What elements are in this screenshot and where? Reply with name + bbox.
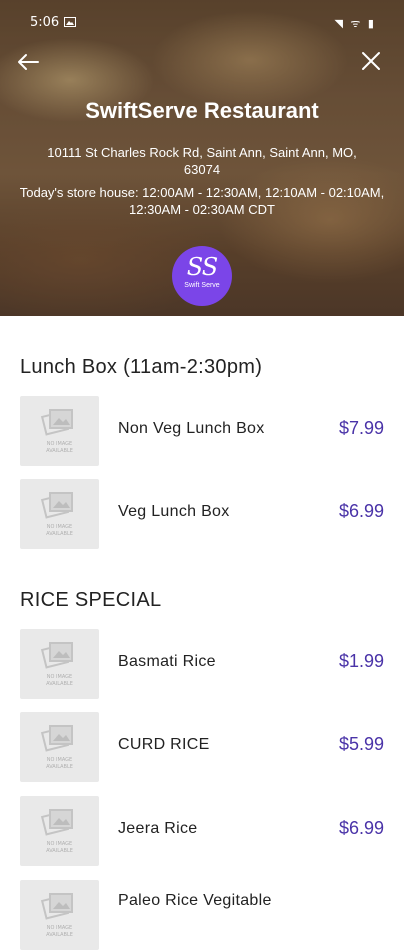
restaurant-header: 5:06 ◥ ᯤ ▮ SwiftServe Restaurant 10111 S… bbox=[0, 0, 404, 316]
no-image-text-2: AVAILABLE bbox=[46, 848, 73, 854]
logo-text: Swift Serve bbox=[184, 282, 220, 289]
item-name: Non Veg Lunch Box bbox=[118, 420, 265, 437]
no-image-placeholder: NO IMAGE AVAILABLE bbox=[20, 796, 99, 866]
status-time: 5:06 bbox=[30, 15, 60, 30]
section-title-rice-special: RICE SPECIAL bbox=[20, 589, 162, 611]
item-price: $7.99 bbox=[338, 418, 384, 438]
no-image-icon: NO IMAGE AVAILABLE bbox=[40, 809, 73, 854]
no-image-text-2: AVAILABLE bbox=[46, 681, 73, 687]
menu-item[interactable]: NO IMAGE AVAILABLE Basmati Rice $1.99 bbox=[0, 629, 404, 701]
no-image-icon: NO IMAGE AVAILABLE bbox=[40, 893, 73, 938]
no-image-text-2: AVAILABLE bbox=[46, 531, 73, 537]
no-image-text-1: NO IMAGE bbox=[47, 757, 72, 763]
no-image-icon: NO IMAGE AVAILABLE bbox=[40, 409, 73, 454]
item-price: $5.99 bbox=[338, 734, 384, 754]
logo-monogram: SS bbox=[186, 253, 218, 281]
item-name: Basmati Rice bbox=[118, 653, 216, 670]
section-title-lunch-box: Lunch Box (11am-2:30pm) bbox=[20, 356, 263, 378]
store-hours: Today's store house: 12:00AM - 12:30AM, … bbox=[19, 185, 385, 217]
no-image-text-1: NO IMAGE bbox=[47, 524, 72, 530]
item-price: $6.99 bbox=[338, 818, 384, 838]
menu-item[interactable]: NO IMAGE AVAILABLE Paleo Rice Vegitable bbox=[0, 880, 404, 952]
item-name: CURD RICE bbox=[118, 736, 210, 753]
menu-item[interactable]: NO IMAGE AVAILABLE Veg Lunch Box $6.99 bbox=[0, 479, 404, 551]
gallery-icon bbox=[64, 17, 76, 27]
menu-item[interactable]: NO IMAGE AVAILABLE Non Veg Lunch Box $7.… bbox=[0, 396, 404, 468]
no-image-icon: NO IMAGE AVAILABLE bbox=[40, 492, 73, 537]
no-image-text-1: NO IMAGE bbox=[47, 925, 72, 931]
restaurant-name: SwiftServe Restaurant bbox=[85, 98, 319, 123]
no-image-icon: NO IMAGE AVAILABLE bbox=[40, 642, 73, 687]
item-price: $1.99 bbox=[338, 651, 384, 671]
no-image-text-1: NO IMAGE bbox=[47, 441, 72, 447]
item-price: $6.99 bbox=[338, 501, 384, 521]
restaurant-address: 10111 St Charles Rock Rd, Saint Ann, Sai… bbox=[47, 145, 357, 177]
no-image-text-1: NO IMAGE bbox=[47, 841, 72, 847]
menu-item[interactable]: NO IMAGE AVAILABLE CURD RICE $5.99 bbox=[0, 712, 404, 784]
item-name: Veg Lunch Box bbox=[118, 503, 230, 520]
item-name: Paleo Rice Vegitable bbox=[118, 892, 272, 909]
no-image-text-2: AVAILABLE bbox=[46, 448, 73, 454]
restaurant-logo: SS Swift Serve bbox=[172, 246, 232, 306]
back-arrow-icon[interactable] bbox=[14, 48, 42, 76]
no-image-text-1: NO IMAGE bbox=[47, 674, 72, 680]
status-bar: 5:06 ◥ ᯤ ▮ bbox=[0, 0, 404, 40]
no-image-placeholder: NO IMAGE AVAILABLE bbox=[20, 629, 99, 699]
menu-item[interactable]: NO IMAGE AVAILABLE Jeera Rice $6.99 bbox=[0, 796, 404, 868]
item-name: Jeera Rice bbox=[118, 820, 198, 837]
no-image-placeholder: NO IMAGE AVAILABLE bbox=[20, 880, 99, 950]
no-image-icon: NO IMAGE AVAILABLE bbox=[40, 725, 73, 770]
status-icons: ◥ ᯤ ▮ bbox=[334, 17, 376, 30]
no-image-placeholder: NO IMAGE AVAILABLE bbox=[20, 396, 99, 466]
no-image-text-2: AVAILABLE bbox=[46, 932, 73, 938]
close-icon[interactable] bbox=[360, 50, 382, 72]
no-image-placeholder: NO IMAGE AVAILABLE bbox=[20, 712, 99, 782]
no-image-placeholder: NO IMAGE AVAILABLE bbox=[20, 479, 99, 549]
no-image-text-2: AVAILABLE bbox=[46, 764, 73, 770]
